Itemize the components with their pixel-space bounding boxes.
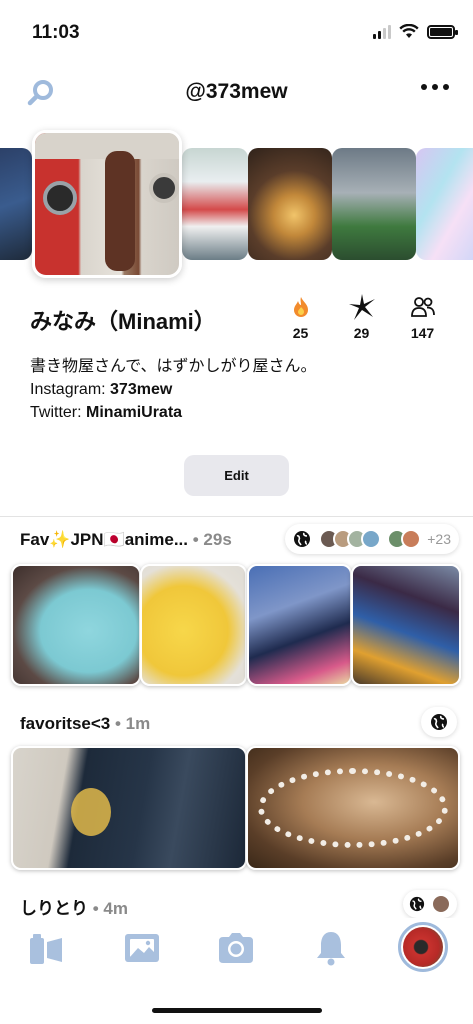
album-members[interactable] xyxy=(403,890,457,918)
instagram-label: Instagram: xyxy=(30,381,111,398)
battery-icon xyxy=(427,24,458,39)
stat-streak[interactable]: 25 xyxy=(270,294,331,341)
album-photo[interactable] xyxy=(11,746,247,870)
globe-icon xyxy=(409,896,425,912)
member-avatar xyxy=(401,529,422,549)
album-photo[interactable] xyxy=(140,564,247,686)
people-icon xyxy=(410,297,435,317)
more-options-icon[interactable] xyxy=(421,84,449,90)
cover-photo xyxy=(248,148,332,260)
bio-twitter[interactable]: Twitter: MinamiUrata xyxy=(30,401,317,424)
album-name: favoritse<3 xyxy=(20,714,111,733)
stat-friends[interactable]: 147 xyxy=(392,294,453,341)
album-updated-time: • 4m xyxy=(92,899,128,918)
profile-avatar[interactable] xyxy=(32,130,182,278)
album-title[interactable]: Fav✨JPN🇯🇵anime... • 29s xyxy=(20,530,232,550)
album-title[interactable]: しりとり • 4m xyxy=(20,894,128,919)
album-members[interactable]: +23 xyxy=(285,524,459,554)
stat-value: 147 xyxy=(410,325,435,341)
album-name: しりとり xyxy=(20,899,88,918)
twitter-label: Twitter: xyxy=(30,404,87,421)
member-avatar xyxy=(361,529,382,549)
profile-tab-avatar[interactable] xyxy=(398,922,448,972)
status-bar: 11:03 xyxy=(0,0,473,60)
cellular-signal-icon xyxy=(373,24,391,39)
cover-photo xyxy=(416,148,473,260)
bio-text: 書き物屋さんで、はずかしがり屋さん。 xyxy=(30,358,317,375)
cover-photo xyxy=(182,148,248,260)
globe-icon xyxy=(431,714,447,730)
profile-stats: 25 29 147 xyxy=(270,294,453,341)
bottom-tab-bar xyxy=(0,918,473,980)
member-count: +23 xyxy=(427,531,451,547)
status-icons xyxy=(373,24,458,39)
twitter-handle[interactable]: MinamiUrata xyxy=(86,404,182,421)
album-photo[interactable] xyxy=(247,564,352,686)
cover-photo xyxy=(332,148,416,260)
stat-value: 29 xyxy=(353,325,370,341)
photos-tab-icon[interactable] xyxy=(122,928,162,968)
album-members[interactable] xyxy=(421,707,457,737)
album-updated-time: • 29s xyxy=(192,530,232,549)
stat-sparkles[interactable]: 29 xyxy=(331,294,392,341)
album-photo[interactable] xyxy=(11,564,141,686)
top-header: @373mew xyxy=(0,70,473,114)
edit-profile-button[interactable]: Edit xyxy=(184,455,289,496)
album-name: Fav✨JPN🇯🇵anime... xyxy=(20,530,188,549)
notifications-bell-icon[interactable] xyxy=(311,928,351,968)
profile-bio: 書き物屋さんで、はずかしがり屋さん。 Instagram: 373mew Twi… xyxy=(30,355,317,424)
album-photo[interactable] xyxy=(246,746,460,870)
cover-photo xyxy=(0,148,32,260)
member-avatar xyxy=(431,894,451,914)
fire-icon xyxy=(293,297,308,317)
camera-tab-icon[interactable] xyxy=(216,928,256,968)
album-photo[interactable] xyxy=(351,564,461,686)
profile-display-name: みなみ（Minami） xyxy=(30,309,216,334)
divider xyxy=(0,516,473,517)
sparkle-icon xyxy=(348,294,375,320)
album-title[interactable]: favoritse<3 • 1m xyxy=(20,714,150,734)
albums-tab-icon[interactable] xyxy=(26,928,66,968)
stat-value: 25 xyxy=(292,325,309,341)
status-time: 11:03 xyxy=(32,22,80,43)
album-updated-time: • 1m xyxy=(114,714,151,733)
home-indicator xyxy=(152,1008,322,1013)
profile-username: @373mew xyxy=(185,80,288,103)
instagram-handle[interactable]: 373mew xyxy=(110,381,172,398)
bio-instagram[interactable]: Instagram: 373mew xyxy=(30,378,317,401)
wifi-icon xyxy=(399,24,419,38)
globe-icon xyxy=(294,531,311,547)
